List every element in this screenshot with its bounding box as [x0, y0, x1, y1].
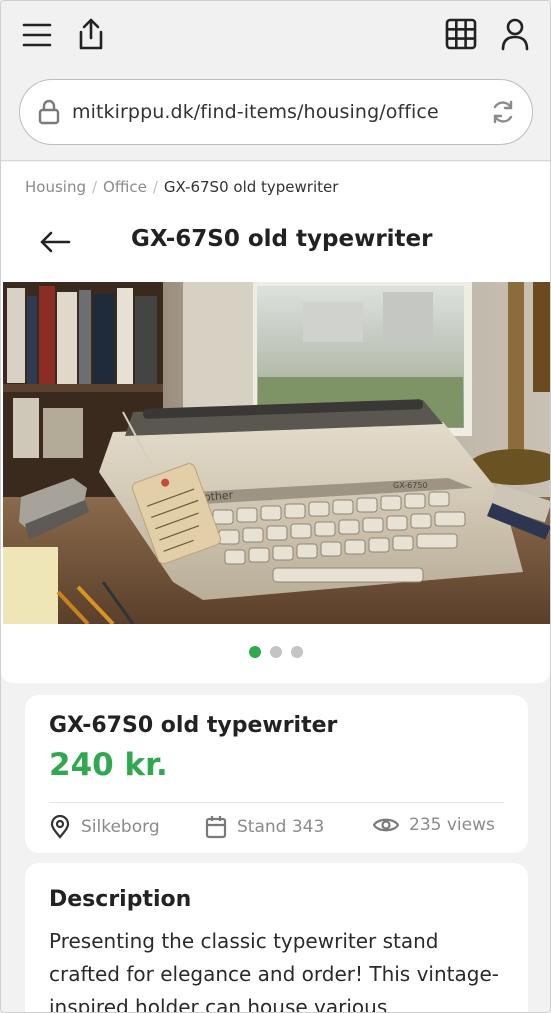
menu-icon[interactable] [21, 19, 53, 51]
stand-text: Stand 343 [237, 817, 325, 837]
divider [49, 802, 504, 803]
description-card: Description Presenting the classic typew… [25, 863, 528, 1013]
gallery-dot-2[interactable] [269, 646, 282, 658]
typewriter-photo: brother GX-6750 [3, 282, 550, 624]
views-text: 235 views [409, 815, 495, 835]
title-row: GX-67S0 old typewriter [1, 220, 550, 264]
location-text: Silkeborg [81, 817, 160, 837]
listing-photo[interactable]: brother GX-6750 [3, 282, 550, 624]
description-heading: Description [49, 887, 192, 912]
location-meta: Silkeborg [49, 815, 160, 839]
views-meta: 235 views [373, 815, 495, 835]
location-pin-icon [49, 815, 71, 839]
gallery-dot-3[interactable] [290, 646, 303, 658]
grid-icon[interactable] [444, 17, 478, 51]
gallery-dot-1[interactable] [248, 646, 261, 658]
address-bar[interactable]: mitkirppu.dk/find-items/housing/office [19, 79, 533, 145]
stand-meta: Stand 343 [205, 815, 324, 839]
page-title: GX-67S0 old typewriter [131, 226, 433, 252]
listing-header-card: Housing / Office / GX-67S0 old typewriter GX… [1, 162, 550, 683]
back-button[interactable] [37, 224, 73, 260]
breadcrumb: Housing / Office / GX-67S0 old typewriter [25, 178, 338, 196]
description-text: Presenting the classic typewriter stand … [49, 929, 499, 1013]
calendar-icon [205, 815, 227, 839]
share-icon[interactable] [73, 15, 109, 53]
breadcrumb-separator: / [91, 178, 98, 196]
listing-info-card: GX-67S0 old typewriter 240 kr. Silkeborg… [25, 695, 528, 853]
gallery-pagination [1, 646, 550, 658]
breadcrumb-separator: / [152, 178, 158, 196]
user-icon[interactable] [498, 15, 532, 53]
breadcrumb-item-housing[interactable]: Housing [25, 178, 86, 196]
arrow-left-icon [40, 231, 71, 253]
item-title: GX-67S0 old typewriter [49, 713, 338, 738]
url-text[interactable]: mitkirppu.dk/find-items/housing/office [72, 101, 490, 123]
eye-icon [373, 816, 399, 834]
item-price: 240 kr. [49, 747, 168, 783]
browser-toolbar: mitkirppu.dk/find-items/housing/office [1, 1, 550, 161]
browser-window: mitkirppu.dk/find-items/housing/office H… [0, 0, 551, 1013]
lock-icon [38, 99, 60, 125]
model-label: GX-6750 [393, 481, 428, 490]
reload-icon[interactable] [490, 99, 516, 125]
breadcrumb-item-office[interactable]: Office [103, 178, 147, 196]
page-content: Housing / Office / GX-67S0 old typewriter GX… [1, 162, 550, 1013]
breadcrumb-item-current: GX-67S0 old typewriter [163, 178, 339, 196]
